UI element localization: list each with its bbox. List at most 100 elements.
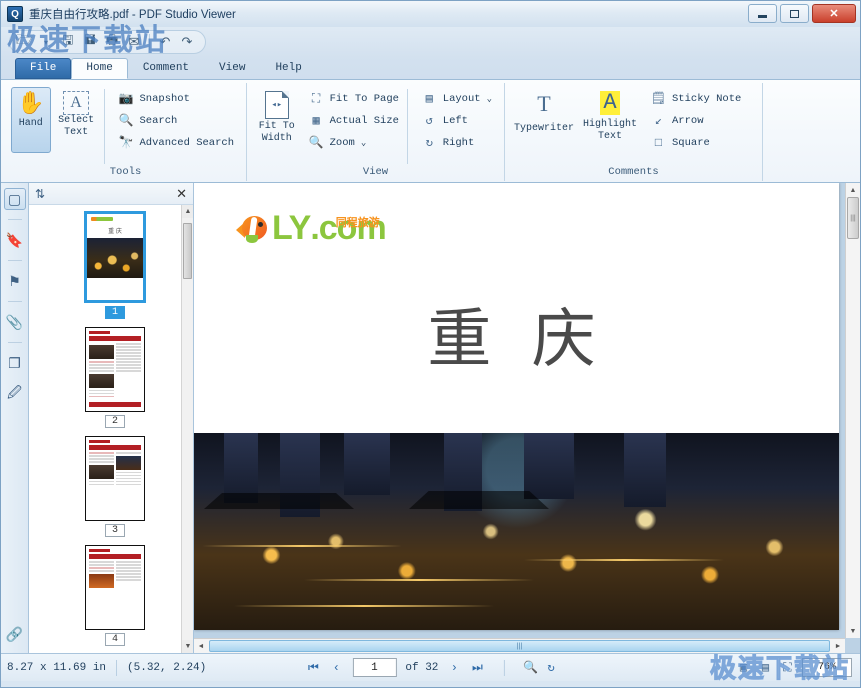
fit-to-width-button[interactable]: ◂▸ Fit To Width: [253, 87, 301, 153]
fit-to-page-button[interactable]: ⛶ Fit To Page: [309, 91, 399, 106]
sticky-note-button[interactable]: 🗒 Sticky Note: [651, 91, 741, 106]
maximize-button[interactable]: [780, 4, 809, 23]
open-dropdown-icon[interactable]: ▾: [36, 32, 56, 52]
zoom-out-button[interactable]: 🔍: [523, 660, 538, 675]
thumb-line: [116, 561, 141, 563]
thumbnail-page-4[interactable]: 4: [37, 545, 193, 646]
signatures-panel-icon[interactable]: 🖉: [4, 383, 26, 405]
undo-icon[interactable]: ↶: [155, 32, 175, 52]
thumb-line: [116, 367, 141, 369]
horizontal-scroll-thumb[interactable]: |||: [209, 640, 830, 652]
layout-chevron-down-icon[interactable]: ⌄: [487, 94, 492, 104]
thumbnail-scroll-down-icon[interactable]: ▼: [182, 640, 193, 653]
view-small-buttons-2: ▤ Layout ⌄ ↺ Left ↻ Right: [414, 87, 498, 166]
layout-label: Layout: [443, 93, 481, 105]
highlight-label-1: Highlight: [583, 119, 637, 131]
thumbnail-scrollbar[interactable]: ▲ ▼: [181, 205, 193, 653]
links-panel-icon[interactable]: 🔗: [4, 623, 26, 645]
layout-button[interactable]: ▤ Layout ⌄: [422, 91, 492, 106]
pages-panel-icon[interactable]: ▢: [4, 188, 26, 210]
arrow-icon: ↙: [651, 113, 666, 128]
first-page-button[interactable]: ⏮: [306, 661, 320, 675]
thumb-footer-bar: [89, 402, 141, 407]
zoom-button[interactable]: 🔍 Zoom ⌄: [309, 135, 399, 150]
save-icon[interactable]: 🖫: [58, 32, 78, 52]
rotate-left-icon: ↺: [422, 113, 437, 128]
thumbnail-scroll-thumb[interactable]: [183, 223, 192, 279]
highlight-text-button[interactable]: A Highlight Text: [577, 87, 643, 153]
snapshot-button[interactable]: 📷 Snapshot: [119, 91, 235, 106]
minimize-button[interactable]: [748, 4, 777, 23]
tab-help[interactable]: Help: [260, 58, 316, 79]
next-page-button[interactable]: ›: [447, 661, 461, 675]
email-icon[interactable]: ✉: [124, 32, 144, 52]
thumb-col: [116, 343, 141, 399]
zoom-chevron-down-icon[interactable]: ⌄: [361, 138, 366, 148]
thumb-photo: [89, 374, 114, 388]
rotate-right-button[interactable]: ↻ Right: [422, 135, 492, 150]
thumbnail-settings-icon[interactable]: ⇅: [35, 187, 45, 201]
thumbnail-close-icon[interactable]: ✕: [176, 186, 187, 202]
zoom-level-input[interactable]: 76%: [802, 658, 852, 677]
scroll-left-icon[interactable]: ◄: [194, 639, 208, 653]
search-icon: 🔍: [119, 113, 134, 128]
pagoda-roof: [409, 491, 549, 509]
fit-view-button[interactable]: ⛶: [780, 661, 795, 675]
scroll-down-icon[interactable]: ▼: [846, 624, 860, 638]
thumb-art: [89, 440, 141, 517]
rotate-left-button[interactable]: ↺ Left: [422, 113, 492, 128]
thumbnail-page-1[interactable]: 重 庆 1: [37, 211, 193, 319]
bookmarks-panel-icon[interactable]: 🔖: [4, 229, 26, 251]
flags-panel-icon[interactable]: ⚑: [4, 270, 26, 292]
fit-to-width-label-2: Width: [262, 133, 292, 145]
last-page-button[interactable]: ⏭: [470, 661, 484, 675]
scroll-up-icon[interactable]: ▲: [846, 183, 860, 197]
hand-tool-button[interactable]: ✋ Hand: [11, 87, 51, 153]
previous-page-button[interactable]: ‹: [329, 661, 343, 675]
thumbnail-page-2[interactable]: 2: [37, 327, 193, 428]
viewport-horizontal-scrollbar[interactable]: ◄ ||| ►: [194, 638, 845, 653]
arrow-button[interactable]: ↙ Arrow: [651, 113, 741, 128]
thumb-line: [116, 573, 141, 575]
view-group-body: ◂▸ Fit To Width ⛶ Fit To Page ▦ Actual S…: [247, 83, 504, 166]
tab-file[interactable]: File: [15, 58, 71, 79]
comments-group-label: Comments: [505, 166, 762, 181]
thumbnail-scroll-up-icon[interactable]: ▲: [182, 205, 193, 218]
layers-panel-icon[interactable]: ❐: [4, 352, 26, 374]
tab-comment[interactable]: Comment: [128, 58, 204, 79]
open-file-icon[interactable]: 🗁: [14, 32, 34, 52]
thumbnail-panel-header: ⇅ ✕: [29, 183, 193, 205]
attachments-panel-icon[interactable]: 📎: [4, 311, 26, 333]
continuous-view-button[interactable]: ▤: [758, 660, 773, 675]
print-icon[interactable]: 🖶: [102, 32, 122, 52]
square-button[interactable]: □ Square: [651, 135, 741, 150]
scroll-right-icon[interactable]: ►: [831, 639, 845, 653]
layout-icon: ▤: [422, 91, 437, 106]
select-text-icon: A: [63, 91, 89, 115]
save-as-icon[interactable]: 🖬: [80, 32, 100, 52]
single-page-view-button[interactable]: ▣: [736, 660, 751, 675]
ribbon-filler: [763, 83, 858, 182]
redo-icon[interactable]: ↷: [177, 32, 197, 52]
viewport-vertical-scrollbar[interactable]: ▲ ||| ▼: [845, 183, 860, 638]
vertical-scroll-thumb[interactable]: |||: [847, 197, 859, 239]
page-number-input[interactable]: 1: [352, 658, 396, 677]
select-text-button[interactable]: A Select Text: [51, 87, 102, 153]
document-viewport[interactable]: LY .com 同程旅游 重 庆: [194, 183, 860, 653]
thumb-line: [89, 452, 114, 454]
zoom-in-button[interactable]: ↻: [547, 660, 554, 675]
select-text-label-1: Select: [58, 115, 94, 127]
thumb-line: [89, 564, 114, 566]
tab-view[interactable]: View: [204, 58, 260, 79]
search-button[interactable]: 🔍 Search: [119, 113, 235, 128]
ribbon-group-comments: T Typewriter A Highlight Text 🗒 Sticky N…: [505, 83, 763, 181]
tools-divider: [104, 89, 105, 164]
actual-size-button[interactable]: ▦ Actual Size: [309, 113, 399, 128]
typewriter-button[interactable]: T Typewriter: [511, 87, 577, 153]
thumbnail-page-3[interactable]: 3: [37, 436, 193, 537]
close-button[interactable]: ✕: [812, 4, 856, 23]
advanced-search-button[interactable]: 🔭 Advanced Search: [119, 135, 235, 150]
light-strip: [234, 605, 494, 607]
tab-home[interactable]: Home: [71, 58, 127, 79]
rail-separator: [8, 219, 22, 220]
